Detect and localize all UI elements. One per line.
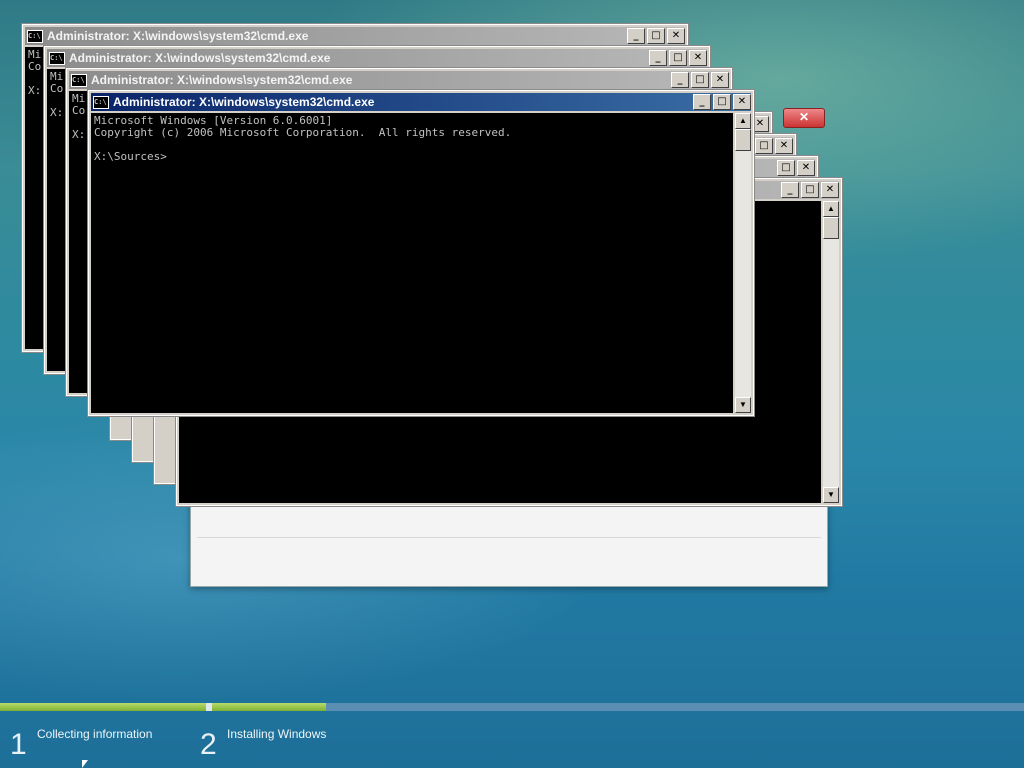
close-button[interactable]: ✕ [775,138,793,154]
cmd-icon[interactable]: C:\ [49,51,65,65]
minimize-button[interactable]: _ [649,50,667,66]
title-bar[interactable]: C:\ Administrator: X:\windows\system32\c… [91,93,751,111]
step-number: 1 [10,728,27,761]
scroll-down-arrow-icon[interactable]: ▼ [823,487,839,503]
maximize-button[interactable]: □ [777,160,795,176]
scroll-down-arrow-icon[interactable]: ▼ [735,397,751,413]
scroll-up-arrow-icon[interactable]: ▲ [823,201,839,217]
progress-step1-fill [0,703,206,711]
cmd-icon[interactable]: C:\ [93,95,109,109]
minimize-button[interactable]: _ [671,72,689,88]
maximize-button[interactable]: □ [669,50,687,66]
close-button[interactable]: ✕ [667,28,685,44]
setup-window [190,500,828,587]
close-button[interactable]: ✕ [797,160,815,176]
step-label: Collecting information [37,727,153,741]
scroll-thumb[interactable] [735,129,751,151]
cmd-icon[interactable]: C:\ [27,29,43,43]
vertical-scrollbar[interactable]: ▲ ▼ [735,113,751,413]
console-line: Copyright (c) 2006 Microsoft Corporation… [94,126,512,139]
maximize-button[interactable]: □ [691,72,709,88]
close-button[interactable]: ✕ [821,182,839,198]
close-button[interactable]: ✕ [689,50,707,66]
close-button[interactable]: ✕ [711,72,729,88]
cmd-window-active[interactable]: C:\ Administrator: X:\windows\system32\c… [87,89,755,417]
scroll-thumb[interactable] [823,217,839,239]
cmd-icon[interactable]: C:\ [71,73,87,87]
window-title: Administrator: X:\windows\system32\cmd.e… [113,95,375,109]
close-button[interactable]: ✕ [733,94,751,110]
minimize-button[interactable]: _ [693,94,711,110]
progress-step2-fill [212,703,326,711]
title-bar[interactable]: C:\ Administrator: X:\windows\system32\c… [69,71,729,89]
maximize-button[interactable]: □ [755,138,773,154]
title-bar[interactable]: C:\ Administrator: X:\windows\system32\c… [47,49,707,67]
window-title: Administrator: X:\windows\system32\cmd.e… [91,73,353,87]
title-bar[interactable]: C:\ Administrator: X:\windows\system32\c… [25,27,685,45]
console-prompt: X:\Sources> [94,150,167,163]
maximize-button[interactable]: □ [713,94,731,110]
setup-close-button[interactable]: ✕ [783,108,825,128]
window-title: Administrator: X:\windows\system32\cmd.e… [47,29,309,43]
window-title: Administrator: X:\windows\system32\cmd.e… [69,51,331,65]
console-area[interactable]: Microsoft Windows [Version 6.0.6001] Copy… [91,113,733,413]
divider [197,537,821,538]
scroll-up-arrow-icon[interactable]: ▲ [735,113,751,129]
minimize-button[interactable]: _ [627,28,645,44]
maximize-button[interactable]: □ [647,28,665,44]
vertical-scrollbar[interactable]: ▲ ▼ [823,201,839,503]
step-label: Installing Windows [227,727,327,741]
mouse-cursor-icon [82,760,88,768]
step-number: 2 [200,728,217,761]
minimize-button[interactable]: _ [781,182,799,198]
maximize-button[interactable]: □ [801,182,819,198]
